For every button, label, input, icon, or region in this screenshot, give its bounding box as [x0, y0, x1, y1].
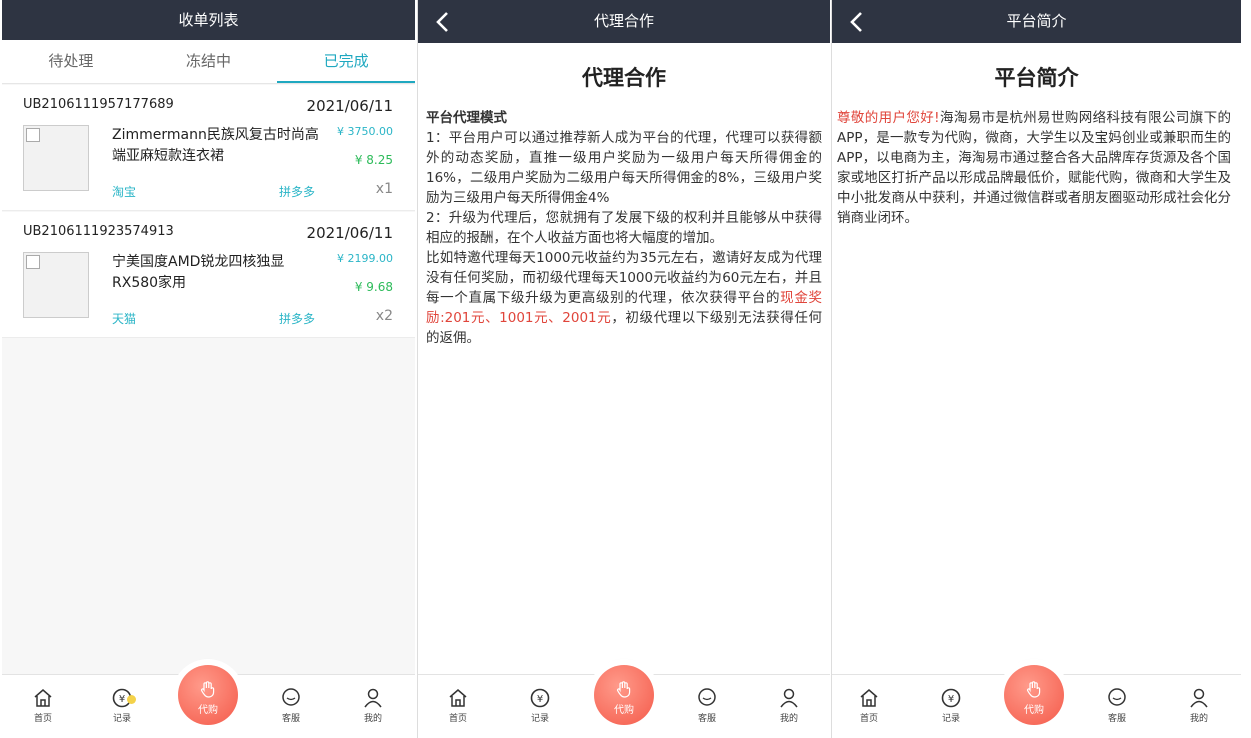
chevron-left-icon[interactable]	[432, 10, 454, 34]
paragraph-1: 1：平台用户可以通过推荐新人成为平台的代理，代理可以获得额外的动态奖励，直推一级…	[426, 130, 822, 206]
svg-text:¥: ¥	[537, 694, 543, 705]
nav-home[interactable]: 首页	[433, 687, 483, 724]
order-card[interactable]: UB2106111923574913 2021/06/11 宁美国度AMD锐龙四…	[2, 212, 415, 338]
nav-home-label: 首页	[33, 714, 52, 724]
product-price: ¥ 3750.00	[337, 125, 393, 138]
paragraph-3-text: 比如特邀代理每天1000元收益约为35元左右，邀请好友成为代理没有任何奖励，而初…	[426, 250, 822, 306]
greeting: 尊敬的用户您好!	[837, 110, 940, 126]
home-icon	[34, 689, 52, 707]
nav-records-label: 记录	[112, 714, 131, 724]
article-title: 平台简介	[994, 66, 1079, 90]
nav-service[interactable]: 客服	[266, 687, 316, 724]
broken-image-icon	[26, 255, 40, 269]
hand-icon	[200, 681, 215, 698]
nav-service-label: 客服	[281, 714, 300, 724]
records-badge	[127, 695, 136, 704]
commission: ¥ 8.25	[354, 153, 393, 167]
chat-icon	[1108, 688, 1126, 706]
nav-mine-label: 我的	[1189, 714, 1208, 724]
quantity: x1	[375, 181, 393, 197]
nav-records-label: 记录	[941, 714, 960, 724]
nav-records[interactable]: ¥ 记录	[97, 687, 147, 724]
home-icon	[860, 689, 878, 707]
paragraph-3: 比如特邀代理每天1000元收益约为35元左右，邀请好友成为代理没有任何奖励，而初…	[426, 248, 822, 348]
page-title: 收单列表	[2, 0, 415, 40]
nav-service-label: 客服	[1107, 714, 1126, 724]
orders-screen: 收单列表 待处理 冻结中 已完成 UB2106111957177689 2021…	[2, 0, 415, 738]
nav-service[interactable]: 客服	[1092, 687, 1142, 724]
article-title: 代理合作	[582, 66, 666, 90]
daigou-label: 代购	[198, 705, 218, 716]
order-date: 2021/06/11	[306, 97, 393, 115]
product-name: Zimmermann民族风复古时尚高端亚麻短款连衣裙	[112, 127, 319, 164]
nav-home[interactable]: 首页	[18, 687, 68, 724]
product-image	[23, 252, 89, 318]
chevron-left-icon[interactable]	[846, 10, 868, 34]
nav-mine[interactable]: 我的	[764, 687, 814, 724]
tab-pending[interactable]: 待处理	[2, 40, 140, 83]
yen-coin-icon: ¥	[530, 688, 550, 708]
hand-icon	[1026, 681, 1041, 698]
source-label: 拼多多	[279, 312, 316, 326]
nav-home-label: 首页	[859, 714, 878, 724]
paragraph-2: 2：升级为代理后，您就拥有了发展下级的权利并且能够从中获得相应的报酬，在个人收益…	[426, 210, 822, 246]
article-body: 尊敬的用户您好!海淘易市是杭州易世购网络科技有限公司旗下的APP，是一款专为代购…	[837, 108, 1231, 228]
order-number: UB2106111923574913	[23, 224, 174, 239]
order-number: UB2106111957177689	[23, 97, 174, 112]
product-image	[23, 125, 89, 191]
platform-label: 天猫	[112, 312, 137, 326]
order-card[interactable]: UB2106111957177689 2021/06/11 Zimmermann…	[2, 85, 415, 211]
svg-text:¥: ¥	[948, 694, 954, 705]
quantity: x2	[375, 308, 393, 324]
article-body: 平台代理模式 1：平台用户可以通过推荐新人成为平台的代理，代理可以获得额外的动态…	[426, 108, 822, 348]
nav-service[interactable]: 客服	[682, 687, 732, 724]
nav-mine[interactable]: 我的	[1174, 687, 1224, 724]
daigou-button[interactable]: 代购	[1004, 665, 1064, 725]
order-tabs: 待处理 冻结中 已完成	[2, 40, 415, 84]
header-title: 平台简介	[1006, 12, 1067, 30]
nav-home-label: 首页	[448, 714, 467, 724]
commission: ¥ 9.68	[354, 280, 393, 294]
daigou-label: 代购	[1024, 705, 1044, 716]
tab-completed[interactable]: 已完成	[277, 40, 415, 83]
broken-image-icon	[26, 128, 40, 142]
daigou-label: 代购	[614, 705, 634, 716]
bottom-nav: 首页 ¥ 记录 代购 客服 我的	[2, 665, 415, 738]
daigou-button[interactable]: 代购	[594, 665, 654, 725]
nav-records[interactable]: ¥ 记录	[515, 687, 565, 724]
nav-records[interactable]: ¥ 记录	[926, 687, 976, 724]
home-icon	[449, 689, 467, 707]
svg-text:¥: ¥	[119, 694, 125, 705]
bottom-nav: 首页 ¥ 记录 代购 客服 我的	[832, 665, 1241, 738]
intro-text: 海淘易市是杭州易世购网络科技有限公司旗下的APP，是一款专为代购，微商，大学生以…	[837, 110, 1231, 226]
hand-icon	[616, 681, 631, 698]
nav-service-label: 客服	[697, 714, 716, 724]
tab-frozen[interactable]: 冻结中	[140, 40, 278, 83]
platform-label: 淘宝	[112, 185, 137, 199]
yen-coin-icon: ¥	[941, 688, 961, 708]
product-name: 宁美国度AMD锐龙四核独显RX580家用	[112, 254, 285, 291]
article-heading: 平台代理模式	[426, 110, 507, 126]
bottom-nav: 首页 ¥ 记录 代购 客服 我的	[418, 665, 830, 738]
header-bar: 代理合作	[418, 0, 830, 43]
nav-home[interactable]: 首页	[844, 687, 894, 724]
header-title: 代理合作	[593, 12, 654, 30]
nav-mine-label: 我的	[363, 714, 382, 724]
chat-icon	[698, 688, 716, 706]
header-bar: 平台简介	[832, 0, 1241, 43]
user-icon	[364, 688, 382, 708]
intro-screen: 平台简介 平台简介 尊敬的用户您好!海淘易市是杭州易世购网络科技有限公司旗下的A…	[831, 0, 1241, 738]
nav-mine[interactable]: 我的	[348, 687, 398, 724]
user-icon	[1190, 688, 1208, 708]
nav-mine-label: 我的	[779, 714, 798, 724]
agency-screen: 代理合作 代理合作 平台代理模式 1：平台用户可以通过推荐新人成为平台的代理，代…	[417, 0, 830, 738]
nav-records-label: 记录	[530, 714, 549, 724]
product-price: ¥ 2199.00	[337, 252, 393, 265]
source-label: 拼多多	[279, 185, 316, 199]
intro-paragraph: 尊敬的用户您好!海淘易市是杭州易世购网络科技有限公司旗下的APP，是一款专为代购…	[837, 108, 1231, 228]
order-date: 2021/06/11	[306, 224, 393, 242]
user-icon	[780, 688, 798, 708]
chat-icon	[282, 688, 300, 706]
daigou-button[interactable]: 代购	[178, 665, 238, 725]
